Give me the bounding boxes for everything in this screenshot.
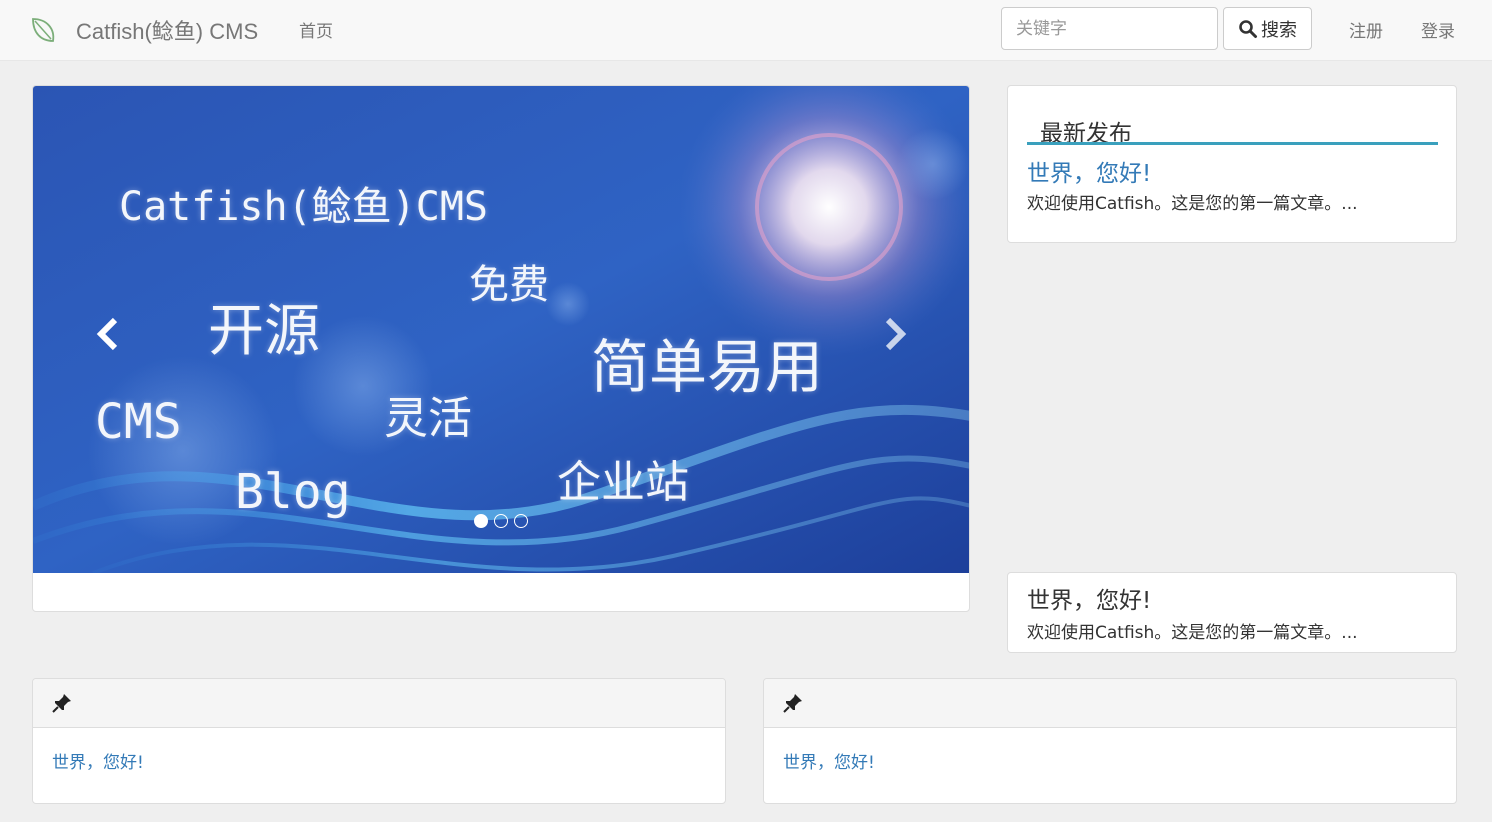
pinned-post-link[interactable]: 世界，您好! — [783, 748, 875, 773]
banner-enterprise-text: 企业站 — [557, 457, 689, 508]
carousel-next-chevron-icon[interactable] — [875, 314, 915, 354]
search-button[interactable]: 搜索 — [1223, 7, 1312, 50]
banner-free-text: 免费 — [469, 262, 549, 308]
pinned-panel-header — [764, 679, 1456, 728]
banner-open-source-text: 开源 — [208, 299, 320, 364]
nav-link-register[interactable]: 注册 — [1349, 17, 1383, 42]
nav-link-home[interactable]: 首页 — [299, 17, 333, 42]
pinned-panel-left: 世界，您好! — [32, 678, 726, 804]
leaf-logo-icon[interactable] — [27, 13, 59, 45]
carousel-indicator-1[interactable] — [474, 514, 488, 528]
top-navbar: Catfish(鲶鱼) CMS 首页 搜索 注册 登录 — [0, 0, 1492, 61]
pinned-post-link[interactable]: 世界，您好! — [52, 748, 144, 773]
pinned-panel-header — [33, 679, 725, 728]
latest-post-excerpt: 欢迎使用Catfish。这是您的第一篇文章。... — [1027, 194, 1358, 214]
pushpin-icon — [52, 694, 71, 713]
banner-cms-text: CMS — [95, 394, 182, 450]
carousel-indicator-3[interactable] — [514, 514, 528, 528]
nav-link-login[interactable]: 登录 — [1421, 17, 1455, 42]
search-input[interactable] — [1001, 7, 1218, 50]
brand-name[interactable]: Catfish(鲶鱼) CMS — [76, 14, 258, 46]
latest-post-title-link[interactable]: 世界，您好! — [1027, 154, 1151, 188]
search-button-label: 搜索 — [1261, 19, 1297, 41]
banner-blog-text: Blog — [235, 464, 351, 520]
featured-post-excerpt: 欢迎使用Catfish。这是您的第一篇文章。... — [1027, 623, 1358, 643]
banner-easy-text: 简单易用 — [591, 333, 824, 401]
search-icon — [1239, 19, 1257, 38]
featured-post-panel: 世界，您好! 欢迎使用Catfish。这是您的第一篇文章。... — [1007, 572, 1457, 653]
pushpin-icon — [783, 694, 802, 713]
carousel-slide-image[interactable] — [33, 86, 970, 573]
latest-posts-panel: 最新发布 世界，您好! 欢迎使用Catfish。这是您的第一篇文章。... — [1007, 85, 1457, 243]
pinned-panel-right: 世界，您好! — [763, 678, 1457, 804]
carousel-prev-chevron-icon[interactable] — [88, 314, 128, 354]
banner-title-text: Catfish(鲶鱼)CMS — [119, 184, 488, 230]
carousel-indicator-2[interactable] — [494, 514, 508, 528]
carousel-panel: Catfish(鲶鱼)CMS 免费 开源 简单易用 CMS 灵活 Blog 企业… — [32, 85, 970, 612]
heading-divider — [1027, 142, 1438, 145]
featured-post-title[interactable]: 世界，您好! — [1027, 581, 1151, 615]
banner-flexible-text: 灵活 — [384, 393, 472, 444]
